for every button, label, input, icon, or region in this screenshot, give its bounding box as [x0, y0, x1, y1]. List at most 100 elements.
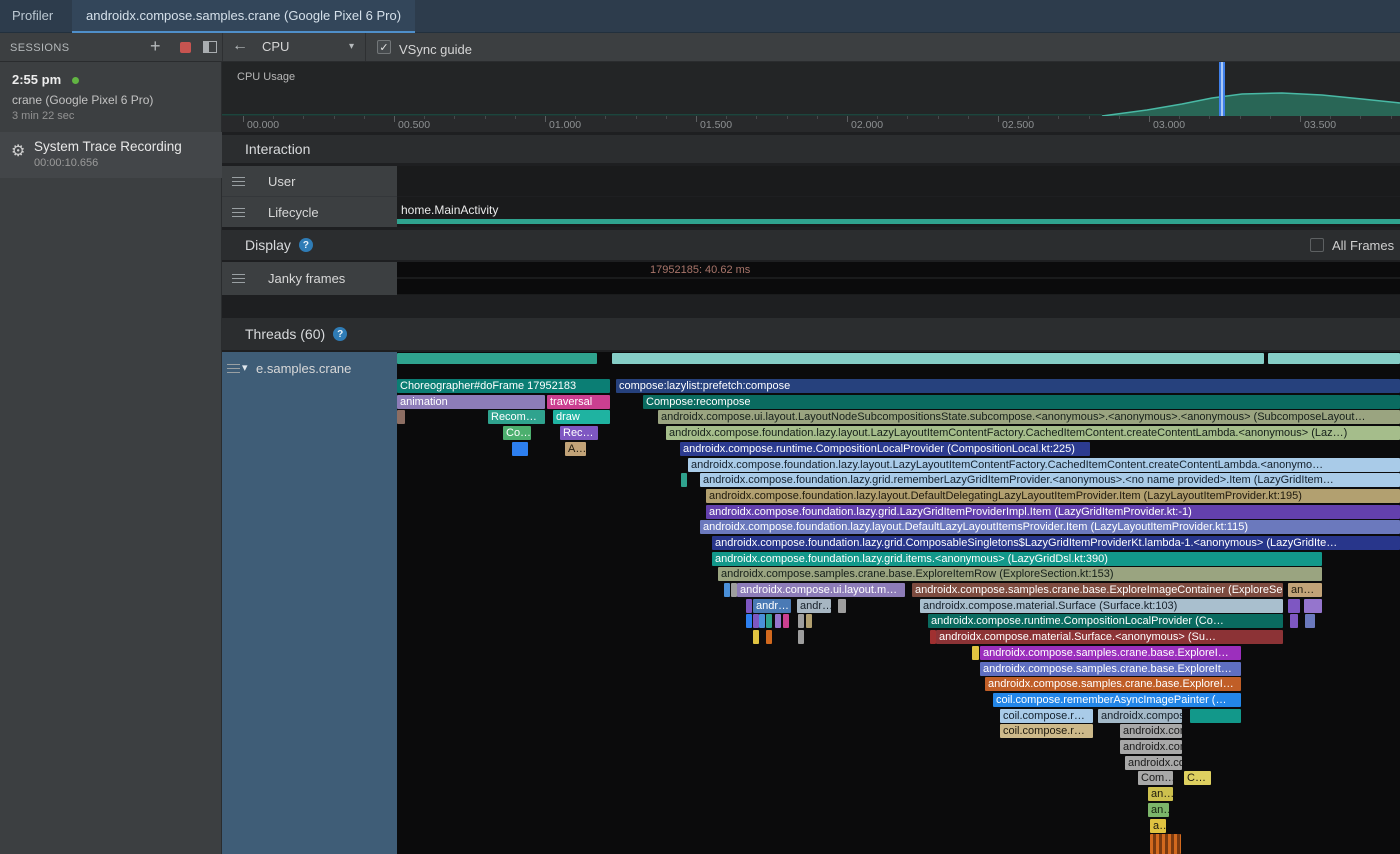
flame-bar[interactable]: androidx.compose.foundation.lazy.grid.re… — [700, 473, 1400, 487]
flame-bar[interactable] — [798, 630, 804, 644]
flame-bar[interactable]: compose:lazylist:prefetch:compose — [616, 379, 1400, 393]
flame-bar[interactable]: andr… — [797, 599, 831, 613]
flame-bar[interactable]: androidx.com… — [1125, 756, 1182, 770]
thread-label-cell[interactable]: ▾ e.samples.crane — [222, 352, 397, 854]
flame-bar[interactable] — [512, 442, 528, 456]
flame-bar[interactable]: animation — [397, 395, 545, 409]
flame-bar[interactable] — [806, 614, 812, 628]
flame-bar[interactable]: androidx.compose.foundation.lazy.grid.La… — [706, 505, 1400, 519]
flame-bar[interactable]: A… — [565, 442, 586, 456]
flame-bar[interactable] — [681, 473, 687, 487]
flame-bar[interactable]: Rec… — [560, 426, 598, 440]
cpu-usage-area — [1102, 93, 1400, 116]
flame-bar[interactable] — [746, 599, 752, 613]
back-button[interactable]: ← — [232, 37, 248, 55]
flame-bar[interactable] — [766, 614, 772, 628]
flame-bar[interactable] — [1290, 614, 1298, 628]
flame-bar[interactable] — [746, 614, 752, 628]
flame-bar[interactable] — [1288, 599, 1300, 613]
flame-bar[interactable] — [612, 353, 1264, 364]
flame-bar[interactable]: Com… — [1138, 771, 1173, 785]
flame-bar[interactable] — [753, 630, 759, 644]
add-session-button[interactable]: + — [150, 36, 161, 57]
flame-bar[interactable]: androidx.compose.runtime.CompositionLoca… — [680, 442, 1090, 456]
flame-bar[interactable]: androidx.compose.ui.layout.LayoutNodeSub… — [658, 410, 1400, 424]
drag-handle-icon[interactable] — [227, 364, 240, 373]
flame-bar[interactable]: androidx.compose.foundation.lazy.grid.it… — [712, 552, 1322, 566]
user-track[interactable] — [397, 166, 1400, 196]
session-tab[interactable]: androidx.compose.samples.crane (Google P… — [72, 0, 415, 33]
flame-bar[interactable]: androidx.compose.material.Surface (Surfa… — [920, 599, 1283, 613]
flame-bar[interactable] — [783, 614, 789, 628]
vsync-guide-checkbox[interactable]: ✓ — [377, 40, 391, 54]
flame-bar[interactable]: androidx.compose.foundation.lazy.layout.… — [688, 458, 1400, 472]
flame-bar[interactable] — [972, 646, 979, 660]
all-frames-checkbox[interactable] — [1310, 238, 1324, 252]
flame-bar[interactable]: traversal — [547, 395, 610, 409]
recording-duration: 00:00:10.656 — [34, 157, 222, 169]
flame-bar[interactable] — [759, 614, 765, 628]
activity-lifecycle-bar[interactable] — [397, 219, 1400, 224]
drag-handle-icon[interactable] — [232, 274, 245, 283]
flame-bar[interactable]: andr… — [753, 599, 791, 613]
flame-bar[interactable]: androidx.compo… — [1120, 724, 1182, 738]
flame-bar[interactable]: Recom… — [488, 410, 545, 424]
flame-bar[interactable]: draw — [553, 410, 610, 424]
flame-bar[interactable]: coil.compose.rememberAsyncImagePainter (… — [993, 693, 1241, 707]
flame-bar[interactable]: coil.compose.r… — [1000, 709, 1093, 723]
flame-bar[interactable] — [775, 614, 781, 628]
flame-bar[interactable]: androidx.compose.foundation.lazy.layout.… — [666, 426, 1400, 440]
flame-bar[interactable]: androidx.compo… — [1120, 740, 1182, 754]
help-icon[interactable]: ? — [299, 238, 313, 252]
flame-bar[interactable]: an… — [1148, 787, 1173, 801]
profiler-mode-select[interactable]: CPU ▾ — [262, 39, 354, 54]
flame-bar[interactable] — [1305, 614, 1315, 628]
flame-bar[interactable] — [1190, 709, 1241, 723]
janky-frame-bar[interactable] — [397, 279, 1400, 294]
flame-bar[interactable] — [838, 599, 846, 613]
flame-bar[interactable]: coil.compose.r… — [1000, 724, 1093, 738]
drag-handle-icon[interactable] — [232, 208, 245, 217]
drag-handle-icon[interactable] — [232, 177, 245, 186]
flame-bar[interactable] — [766, 630, 772, 644]
flame-bar[interactable]: an… — [1148, 803, 1169, 817]
flame-bar[interactable]: androidx.compose.samples.crane.base.Expl… — [985, 677, 1241, 691]
vsync-guide-label: VSync guide — [399, 42, 472, 57]
flame-bar[interactable]: androidx.compose.samples.crane.base.Expl… — [718, 567, 1322, 581]
flame-bar[interactable] — [1150, 834, 1181, 854]
flame-bar[interactable]: androidx.compose.foundation.lazy.grid.Co… — [712, 536, 1400, 550]
flame-bar[interactable] — [397, 410, 405, 424]
flame-bar[interactable] — [1304, 599, 1322, 613]
flame-bar[interactable]: Co… — [503, 426, 531, 440]
flame-bar[interactable]: androidx.compose.foundation.lazy.layout.… — [706, 489, 1400, 503]
flame-bar[interactable]: androidx.compose.samples.crane.base.Expl… — [912, 583, 1283, 597]
flame-bar[interactable]: C… — [1184, 771, 1211, 785]
flame-bar[interactable]: androidx.compose.samples.crane.base.Expl… — [980, 646, 1241, 660]
interaction-title: Interaction — [245, 141, 310, 157]
flame-bar[interactable]: androidx.compose.ui.layout.m… — [737, 583, 905, 597]
flame-bar[interactable] — [1268, 353, 1400, 364]
recording-entry[interactable]: ⚙ System Trace Recording 00:00:10.656 — [0, 132, 222, 178]
flame-bar[interactable]: Compose:recompose — [643, 395, 1400, 409]
flame-bar[interactable] — [397, 353, 597, 364]
flame-bar[interactable]: Choreographer#doFrame 17952183 — [397, 379, 610, 393]
janky-frame-bar[interactable] — [397, 262, 1400, 277]
flame-bar[interactable]: androidx.compose.material.Surface.<anony… — [936, 630, 1283, 644]
thread-name[interactable]: e.samples.crane — [256, 361, 351, 376]
flame-bar[interactable]: androidx.compose.u… — [1098, 709, 1182, 723]
flame-bar[interactable] — [798, 614, 804, 628]
flame-bar[interactable]: androidx.compose.samples.crane.base.Expl… — [980, 662, 1241, 676]
collapse-panel-icon[interactable] — [203, 41, 217, 53]
help-icon[interactable]: ? — [333, 327, 347, 341]
flame-bar[interactable]: androidx.compose.foundation.lazy.layout.… — [700, 520, 1400, 534]
cpu-usage-chart[interactable] — [222, 62, 1400, 116]
flame-bar[interactable]: androidx.compose.runtime.CompositionLoca… — [928, 614, 1283, 628]
cpu-usage-label: CPU Usage — [237, 71, 295, 83]
flame-bar[interactable]: an… — [1288, 583, 1322, 597]
janky-frame-label: 17952185: 40.62 ms — [650, 264, 750, 276]
collapse-caret-icon[interactable]: ▾ — [242, 361, 248, 374]
flame-bar[interactable] — [724, 583, 730, 597]
flame-bar[interactable]: a… — [1150, 819, 1166, 833]
session-entry[interactable]: 2:55 pm crane (Google Pixel 6 Pro) 3 min… — [0, 62, 222, 128]
stop-recording-button[interactable] — [180, 42, 191, 53]
